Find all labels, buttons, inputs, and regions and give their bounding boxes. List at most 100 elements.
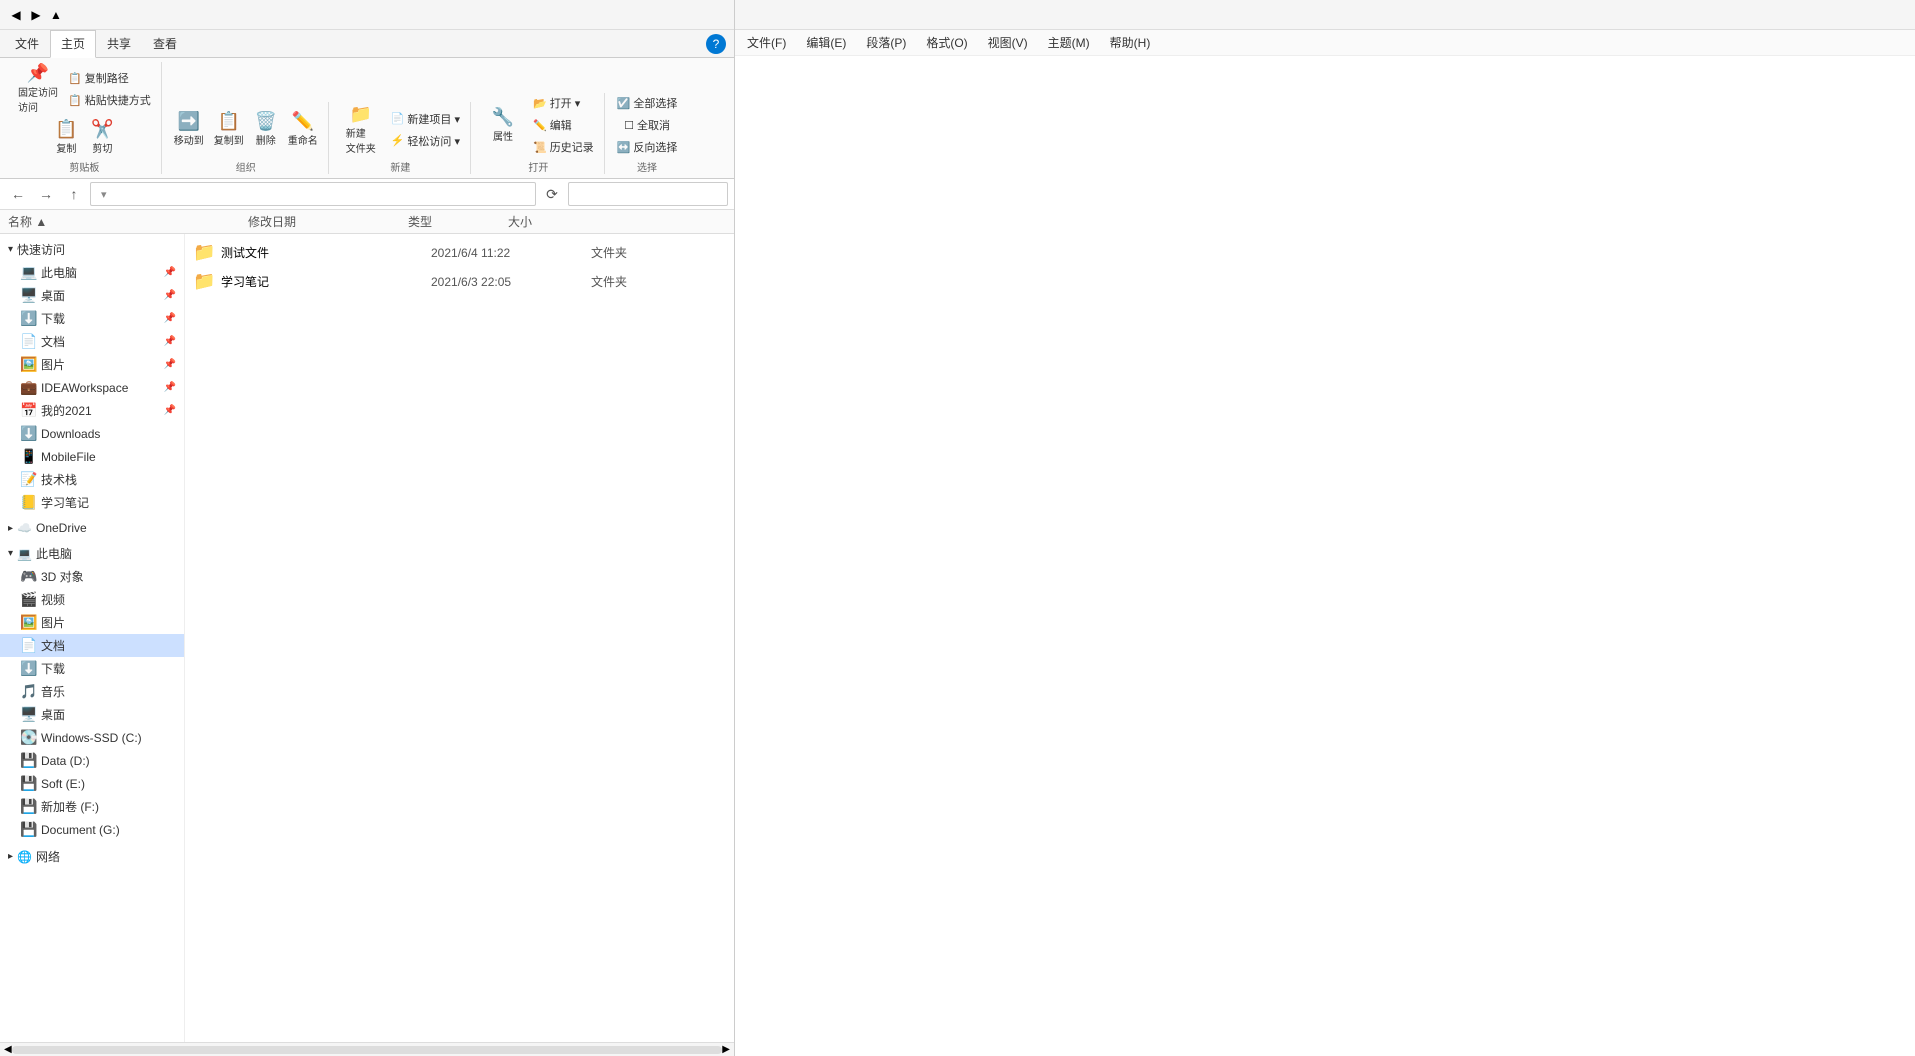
select-all-button[interactable]: ☑️ 全部选择 [613,93,682,113]
col-header-name[interactable]: 名称 ▲ [8,213,248,230]
easy-access-button[interactable]: ⚡ 轻松访问 ▾ [387,131,464,151]
sidebar-label-docs: 文档 [41,333,65,350]
history-button[interactable]: 📜 历史记录 [529,137,598,157]
sidebar-item-drive-d[interactable]: 💾 Data (D:) [0,749,184,772]
cut-button[interactable]: ✂️ 剪切 [86,118,118,157]
tab-file[interactable]: 文件 [4,30,50,57]
up-nav-button[interactable]: ↑ [62,182,86,206]
horizontal-scrollbar[interactable] [12,1046,723,1054]
move-to-button[interactable]: ➡️ 移动到 [170,110,208,149]
col-header-date[interactable]: 修改日期 [248,213,408,230]
tab-share[interactable]: 共享 [96,30,142,57]
sidebar-item-techstack[interactable]: 📝 技术栈 [0,468,184,491]
pin-button[interactable]: 📌 固定访问访问 [14,62,62,116]
help-button[interactable]: ? [706,34,726,54]
onedrive-title[interactable]: ▸ ☁️ OneDrive [0,518,184,538]
sidebar-item-music[interactable]: 🎵 音乐 [0,680,184,703]
pin-icon: 📌 [164,267,176,278]
sidebar-item-drive-g[interactable]: 💾 Document (G:) [0,818,184,841]
menu-file[interactable]: 文件(F) [743,32,790,53]
sidebar-item-pics[interactable]: 🖼️ 图片 [0,611,184,634]
table-row[interactable]: 📁 测试文件 2021/6/4 11:22 文件夹 [185,238,734,267]
network-label: 网络 [36,848,60,865]
forward-icon[interactable]: ▶ [28,7,44,23]
copy-to-icon: 📋 [217,112,239,130]
scroll-right-arrow[interactable]: ▶ [722,1044,730,1055]
typora-minimize-button[interactable] [1765,0,1811,30]
forward-nav-button[interactable]: → [34,182,58,206]
menu-edit[interactable]: 编辑(E) [802,32,850,53]
menu-format[interactable]: 格式(O) [922,32,971,53]
menu-help[interactable]: 帮助(H) [1106,32,1155,53]
invert-select-button[interactable]: ↔️ 反向选择 [613,137,682,157]
sidebar-item-docs-quick[interactable]: 📄 文档 📌 [0,330,184,353]
sidebar-item-drive-e[interactable]: 💾 Soft (E:) [0,772,184,795]
typora-close-button[interactable] [1861,0,1907,30]
sidebar-label-drive-d: Data (D:) [41,754,90,768]
scroll-left-arrow[interactable]: ◀ [4,1044,12,1055]
network-title[interactable]: ▸ 🌐 网络 [0,845,184,868]
close-button[interactable] [680,0,726,30]
menu-view[interactable]: 视图(V) [984,32,1032,53]
menu-paragraph[interactable]: 段落(P) [862,32,910,53]
menu-theme[interactable]: 主题(M) [1044,32,1094,53]
sidebar-item-downloads[interactable]: ⬇️ Downloads [0,422,184,445]
copy-to-button[interactable]: 📋 复制到 [210,110,248,149]
address-path[interactable]: ▾ [90,182,536,206]
col-header-size[interactable]: 大小 [508,213,588,230]
col-header-type[interactable]: 类型 [408,213,508,230]
sidebar-item-documents[interactable]: 📄 文档 [0,634,184,657]
sidebar-item-pictures-quick[interactable]: 🖼️ 图片 📌 [0,353,184,376]
refresh-button[interactable]: ⟳ [540,182,564,206]
open-button[interactable]: 📂 打开 ▾ [529,93,598,113]
calendar-icon: 📅 [20,402,36,419]
thispc-title[interactable]: ▾ 💻 此电脑 [0,542,184,565]
new-item-button[interactable]: 📄 新建项目 ▾ [387,109,464,129]
clipboard-buttons: 📌 固定访问访问 📋 复制路径 📋 粘贴快捷方式 [14,62,155,116]
sidebar-item-3d[interactable]: 🎮 3D 对象 [0,565,184,588]
sidebar-label-drive-f: 新加卷 (F:) [41,798,99,815]
copy-path-button[interactable]: 📋 复制路径 [64,68,155,88]
path-dropdown-icon[interactable]: ▾ [101,188,107,201]
properties-button[interactable]: 🔧 属性 [479,106,527,145]
chevron-right2-icon: ▸ [8,851,13,862]
sidebar-item-desktop[interactable]: 🖥️ 桌面 📌 [0,284,184,307]
organize-group: ➡️ 移动到 📋 复制到 🗑️ 删除 ✏️ 重命名 组织 [164,102,329,174]
table-row[interactable]: 📁 学习笔记 2021/6/3 22:05 文件夹 [185,267,734,296]
quick-access-title[interactable]: ▾ 快速访问 [0,238,184,261]
maximize-button[interactable] [632,0,678,30]
sidebar-label-desk: 桌面 [41,706,65,723]
tab-view[interactable]: 查看 [142,30,188,57]
new-folder-button[interactable]: 📁 新建文件夹 [337,103,385,157]
rename-button[interactable]: ✏️ 重命名 [284,110,322,149]
delete-button[interactable]: 🗑️ 删除 [250,110,282,149]
select-none-button[interactable]: ☐ 全取消 [620,115,674,135]
copy-button[interactable]: 📋 复制 [50,118,82,157]
explorer-main: ▾ 快速访问 💻 此电脑 📌 🖥️ 桌面 📌 ⬇️ 下载 📌 📄 文档 [0,234,734,1042]
back-icon[interactable]: ◀ [8,7,24,23]
sidebar-item-drive-f[interactable]: 💾 新加卷 (F:) [0,795,184,818]
computer-icon: 💻 [20,264,36,281]
typora-maximize-button[interactable] [1813,0,1859,30]
sidebar-label-downloads: 下载 [41,310,65,327]
minimize-button[interactable] [584,0,630,30]
sidebar-item-notes[interactable]: 📒 学习笔记 [0,491,184,514]
sidebar-item-mobile[interactable]: 📱 MobileFile [0,445,184,468]
search-input[interactable] [568,182,728,206]
sidebar-item-dl[interactable]: ⬇️ 下载 [0,657,184,680]
new-item-icon: 📄 [391,112,405,125]
up-icon[interactable]: ▲ [48,7,64,23]
back-nav-button[interactable]: ← [6,182,30,206]
sidebar-item-desk[interactable]: 🖥️ 桌面 [0,703,184,726]
tab-home[interactable]: 主页 [50,30,96,58]
paste-shortcut-button[interactable]: 📋 粘贴快捷方式 [64,90,155,110]
clipboard-group: 📌 固定访问访问 📋 复制路径 📋 粘贴快捷方式 📋 [8,62,162,174]
copy-path-label: 复制路径 [85,70,129,86]
sidebar-item-thispc[interactable]: 💻 此电脑 📌 [0,261,184,284]
edit-button[interactable]: ✏️ 编辑 [529,115,598,135]
sidebar-item-videos[interactable]: 🎬 视频 [0,588,184,611]
sidebar-item-idea[interactable]: 💼 IDEAWorkspace 📌 [0,376,184,399]
sidebar-item-2021[interactable]: 📅 我的2021 📌 [0,399,184,422]
sidebar-item-downloads-quick[interactable]: ⬇️ 下载 📌 [0,307,184,330]
sidebar-item-drive-c[interactable]: 💽 Windows-SSD (C:) [0,726,184,749]
